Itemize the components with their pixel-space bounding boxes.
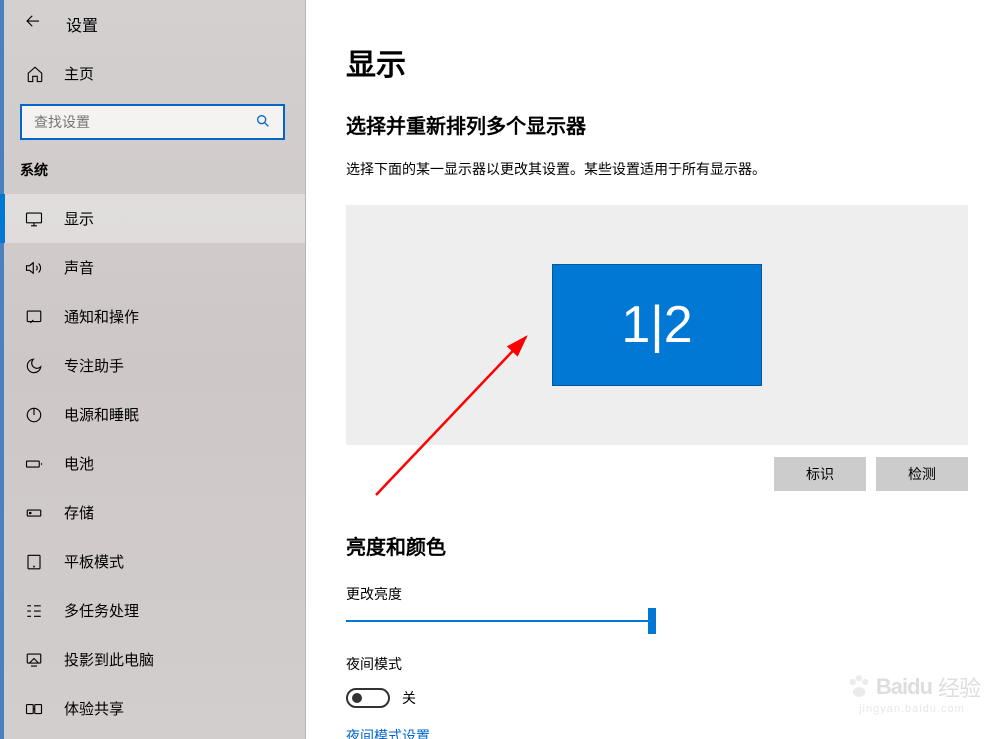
sidebar-item-storage[interactable]: 存储: [0, 488, 305, 537]
settings-title: 设置: [66, 12, 98, 36]
home-label: 主页: [64, 63, 94, 84]
nav-label: 平板模式: [64, 551, 124, 572]
nav-label: 存储: [64, 502, 94, 523]
sidebar-item-home[interactable]: 主页: [0, 49, 305, 98]
display-buttons: 标识 检测: [346, 457, 968, 491]
moon-icon: [24, 357, 44, 375]
night-mode-toggle-row: 关: [346, 688, 968, 708]
share-icon: [24, 700, 44, 718]
nav-label: 投影到此电脑: [64, 649, 154, 670]
sidebar-item-remote[interactable]: 远程桌面: [0, 733, 305, 739]
brightness-label: 更改亮度: [346, 584, 968, 604]
display-arrangement-area[interactable]: 1|2: [346, 205, 968, 445]
sidebar-item-focus[interactable]: 专注助手: [0, 341, 305, 390]
night-mode-label: 夜间模式: [346, 654, 968, 674]
slider-track: [346, 620, 656, 622]
search-icon: [255, 113, 271, 132]
sidebar-item-battery[interactable]: 电池: [0, 439, 305, 488]
night-mode-toggle[interactable]: [346, 688, 390, 708]
nav-label: 体验共享: [64, 698, 124, 719]
project-icon: [24, 651, 44, 669]
brightness-heading: 亮度和颜色: [346, 531, 968, 560]
slider-thumb[interactable]: [648, 608, 656, 634]
sidebar-item-share[interactable]: 体验共享: [0, 684, 305, 733]
sidebar-item-multitask[interactable]: 多任务处理: [0, 586, 305, 635]
search-input[interactable]: [34, 114, 255, 130]
main-content: 显示 选择并重新排列多个显示器 选择下面的某一显示器以更改其设置。某些设置适用于…: [306, 0, 1000, 739]
page-title: 显示: [346, 40, 968, 84]
night-mode-settings-link[interactable]: 夜间模式设置: [346, 728, 430, 739]
sidebar-item-tablet[interactable]: 平板模式: [0, 537, 305, 586]
detect-button[interactable]: 检测: [876, 457, 968, 491]
category-label: 系统: [0, 152, 305, 194]
arrange-section-title: 选择并重新排列多个显示器: [346, 110, 968, 139]
home-icon: [26, 65, 44, 83]
sidebar-item-notifications[interactable]: 通知和操作: [0, 292, 305, 341]
sidebar-item-sound[interactable]: 声音: [0, 243, 305, 292]
multitask-icon: [24, 602, 44, 620]
back-button[interactable]: [18, 6, 48, 41]
monitor-icon: [24, 210, 44, 228]
speaker-icon: [24, 259, 44, 277]
nav-label: 通知和操作: [64, 306, 139, 327]
arrange-description: 选择下面的某一显示器以更改其设置。某些设置适用于所有显示器。: [346, 159, 968, 179]
toggle-state-label: 关: [402, 688, 416, 708]
storage-icon: [24, 504, 44, 522]
nav-label: 电源和睡眠: [64, 404, 139, 425]
sidebar: 设置 主页 系统 显示 声音: [0, 0, 306, 739]
nav-label: 声音: [64, 257, 94, 278]
sidebar-item-display[interactable]: 显示: [0, 194, 305, 243]
tablet-icon: [24, 553, 44, 571]
battery-icon: [24, 455, 44, 473]
nav-label: 电池: [64, 453, 94, 474]
sidebar-header: 设置: [0, 0, 305, 49]
nav-label: 专注助手: [64, 355, 124, 376]
notification-icon: [24, 308, 44, 326]
nav-label: 多任务处理: [64, 600, 139, 621]
monitor-preview[interactable]: 1|2: [552, 264, 762, 386]
brightness-slider[interactable]: [346, 618, 656, 624]
search-box[interactable]: [20, 104, 285, 140]
identify-button[interactable]: 标识: [774, 457, 866, 491]
power-icon: [24, 406, 44, 424]
toggle-knob: [352, 693, 362, 703]
nav-list: 显示 声音 通知和操作 专注助手 电源和睡眠: [0, 194, 305, 739]
nav-label: 显示: [64, 208, 94, 229]
sidebar-item-power[interactable]: 电源和睡眠: [0, 390, 305, 439]
sidebar-item-project[interactable]: 投影到此电脑: [0, 635, 305, 684]
